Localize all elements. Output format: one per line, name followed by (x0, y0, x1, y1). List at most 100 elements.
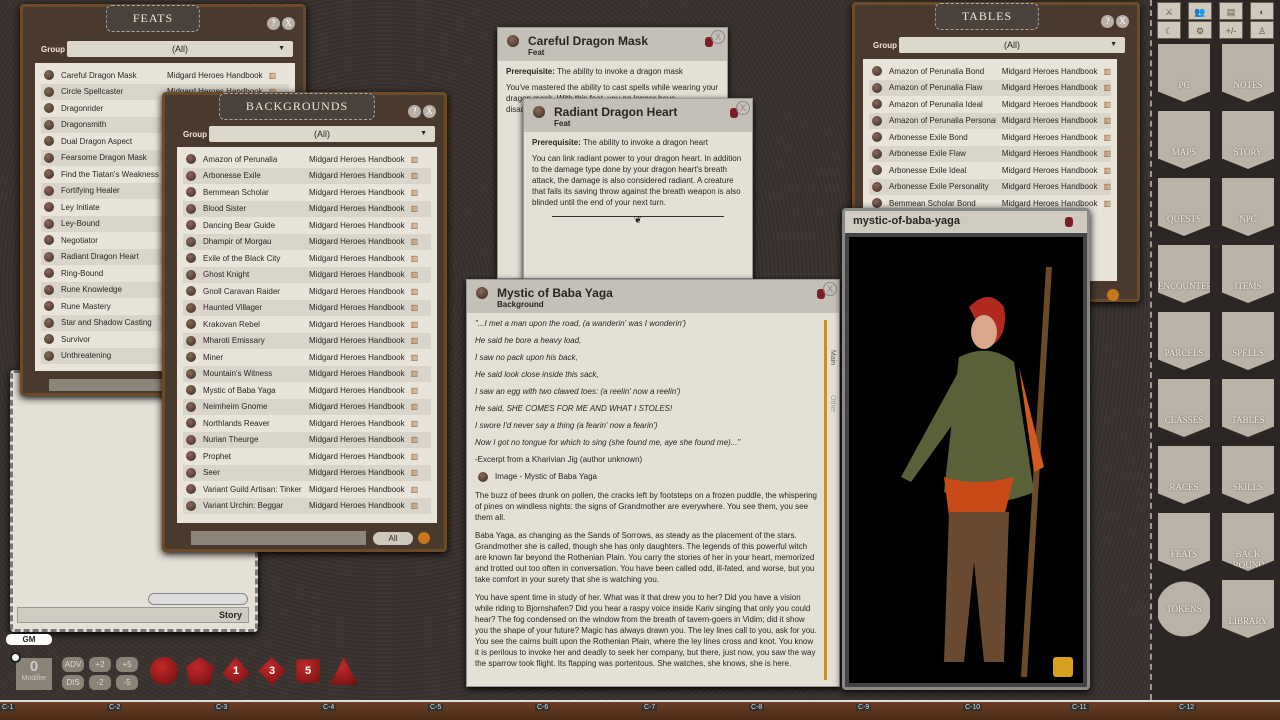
character-icon-icon[interactable]: ♙ (1250, 21, 1274, 39)
group-dropdown[interactable]: (All)▼ (67, 41, 293, 57)
modifier-button[interactable]: DIS (62, 675, 84, 690)
link-icon[interactable] (44, 252, 54, 262)
list-item[interactable]: Mystic of Baba YagaMidgard Heroes Handbo… (183, 382, 431, 399)
link-icon[interactable] (872, 99, 882, 109)
filter-all-button[interactable]: All (373, 532, 413, 545)
list-item[interactable]: Dancing Bear GuideMidgard Heroes Handboo… (183, 217, 431, 234)
calendar-icon[interactable]: ▤ (1219, 2, 1243, 20)
close-button[interactable]: X (823, 282, 837, 296)
help-button[interactable]: ? (267, 17, 280, 30)
search-input[interactable] (191, 531, 366, 545)
link-icon[interactable] (186, 286, 196, 296)
sidebar-skills-button[interactable]: SKILLS (1222, 446, 1274, 504)
modifier-button[interactable]: -5 (116, 675, 138, 690)
link-icon[interactable] (872, 198, 882, 208)
sidebar-maps-button[interactable]: MAPS (1158, 111, 1210, 169)
link-icon[interactable] (186, 237, 196, 247)
link-icon[interactable] (476, 287, 488, 299)
list-item[interactable]: SeerMidgard Heroes Handbook▥ (183, 465, 431, 482)
link-icon[interactable] (44, 87, 54, 97)
link-icon[interactable] (186, 402, 196, 412)
d20-die[interactable] (150, 657, 178, 685)
list-item[interactable]: Haunted VillagerMidgard Heroes Handbook▥ (183, 300, 431, 317)
link-icon[interactable] (44, 120, 54, 130)
search-input[interactable] (49, 379, 169, 391)
chat-input[interactable]: Story (17, 607, 249, 623)
close-button[interactable]: X (1116, 15, 1129, 28)
link-icon[interactable] (44, 202, 54, 212)
combat-tracker-icon[interactable]: ⚔ (1157, 2, 1181, 20)
sidebar-back-grounds-button[interactable]: BACK GROUNDS (1222, 513, 1274, 571)
link-icon[interactable] (872, 116, 882, 126)
link-icon[interactable] (44, 351, 54, 361)
link-icon[interactable] (186, 418, 196, 428)
list-item[interactable]: Variant Guild Artisan: TinkerMidgard Her… (183, 481, 431, 498)
list-item[interactable]: Variant Urchin: BeggarMidgard Heroes Han… (183, 498, 431, 515)
modifier-box[interactable]: 0 Modifier (16, 658, 52, 690)
list-item[interactable]: MinerMidgard Heroes Handbook▥ (183, 349, 431, 366)
sidebar-story-button[interactable]: STORY (1222, 111, 1274, 169)
list-item[interactable]: Careful Dragon MaskMidgard Heroes Handbo… (41, 67, 289, 84)
lock-icon[interactable] (1065, 217, 1073, 227)
link-icon[interactable] (186, 501, 196, 511)
share-icon[interactable] (1053, 657, 1073, 677)
link-icon[interactable] (44, 103, 54, 113)
link-icon[interactable] (186, 319, 196, 329)
link-icon[interactable] (872, 132, 882, 142)
sidebar-library-button[interactable]: LIBRARY (1222, 580, 1274, 638)
modifier-button[interactable]: +2 (89, 657, 111, 672)
link-icon[interactable] (186, 270, 196, 280)
sidebar-races-button[interactable]: RACES (1158, 446, 1210, 504)
link-icon[interactable] (186, 451, 196, 461)
list-item[interactable]: Neimheim GnomeMidgard Heroes Handbook▥ (183, 399, 431, 416)
help-button[interactable]: ? (408, 105, 421, 118)
list-item[interactable]: Exile of the Black CityMidgard Heroes Ha… (183, 250, 431, 267)
clear-modifier-icon[interactable] (10, 652, 21, 663)
link-icon[interactable] (186, 385, 196, 395)
sidebar-encounters-button[interactable]: ENCOUNTERS (1158, 245, 1210, 303)
link-icon[interactable] (186, 171, 196, 181)
group-dropdown[interactable]: (All)▼ (899, 37, 1125, 53)
sidebar-spells-button[interactable]: SPELLS (1222, 312, 1274, 370)
link-icon[interactable] (44, 235, 54, 245)
modifier-button[interactable]: -2 (89, 675, 111, 690)
chat-channel-dropdown[interactable] (148, 593, 248, 605)
link-icon[interactable] (44, 219, 54, 229)
link-icon[interactable] (872, 66, 882, 76)
list-item[interactable]: Krakovan RebelMidgard Heroes Handbook▥ (183, 316, 431, 333)
list-item[interactable]: Amazon of Perunalia FlawMidgard Heroes H… (869, 80, 1111, 97)
modifier-button[interactable]: ADV (62, 657, 84, 672)
link-icon[interactable] (186, 336, 196, 346)
link-icon[interactable] (533, 106, 545, 118)
link-icon[interactable] (186, 352, 196, 362)
list-item[interactable]: Bemmean ScholarMidgard Heroes Handbook▥ (183, 184, 431, 201)
link-icon[interactable] (872, 149, 882, 159)
list-item[interactable]: Gnoll Caravan RaiderMidgard Heroes Handb… (183, 283, 431, 300)
party-sheet-icon[interactable]: 👥 (1188, 2, 1212, 20)
link-icon[interactable] (507, 35, 519, 47)
help-button[interactable]: ? (1101, 15, 1114, 28)
close-button[interactable]: X (282, 17, 295, 30)
sidebar-tables-button[interactable]: TABLES (1222, 379, 1274, 437)
list-item[interactable]: Blood SisterMidgard Heroes Handbook▥ (183, 201, 431, 218)
sidebar-items-button[interactable]: ITEMS (1222, 245, 1274, 303)
link-icon[interactable] (186, 468, 196, 478)
d6-die[interactable]: 5 (294, 657, 322, 685)
sidebar-classes-button[interactable]: CLASSES (1158, 379, 1210, 437)
list-item[interactable]: ProphetMidgard Heroes Handbook▥ (183, 448, 431, 465)
sidebar-pc-button[interactable]: PC (1158, 44, 1210, 102)
link-icon[interactable] (44, 268, 54, 278)
list-item[interactable]: Arbonesse ExileMidgard Heroes Handbook▥ (183, 168, 431, 185)
shortcut-icon[interactable] (1107, 289, 1119, 301)
link-icon[interactable] (186, 303, 196, 313)
link-icon[interactable] (186, 435, 196, 445)
link-icon[interactable] (186, 484, 196, 494)
link-icon[interactable] (44, 136, 54, 146)
link-icon[interactable] (44, 285, 54, 295)
link-icon[interactable] (44, 318, 54, 328)
link-icon[interactable] (872, 182, 882, 192)
link-icon[interactable] (186, 187, 196, 197)
scrollbar[interactable] (824, 320, 827, 680)
sidebar-parcels-button[interactable]: PARCELS (1158, 312, 1210, 370)
sidebar-npc-button[interactable]: NPC (1222, 178, 1274, 236)
